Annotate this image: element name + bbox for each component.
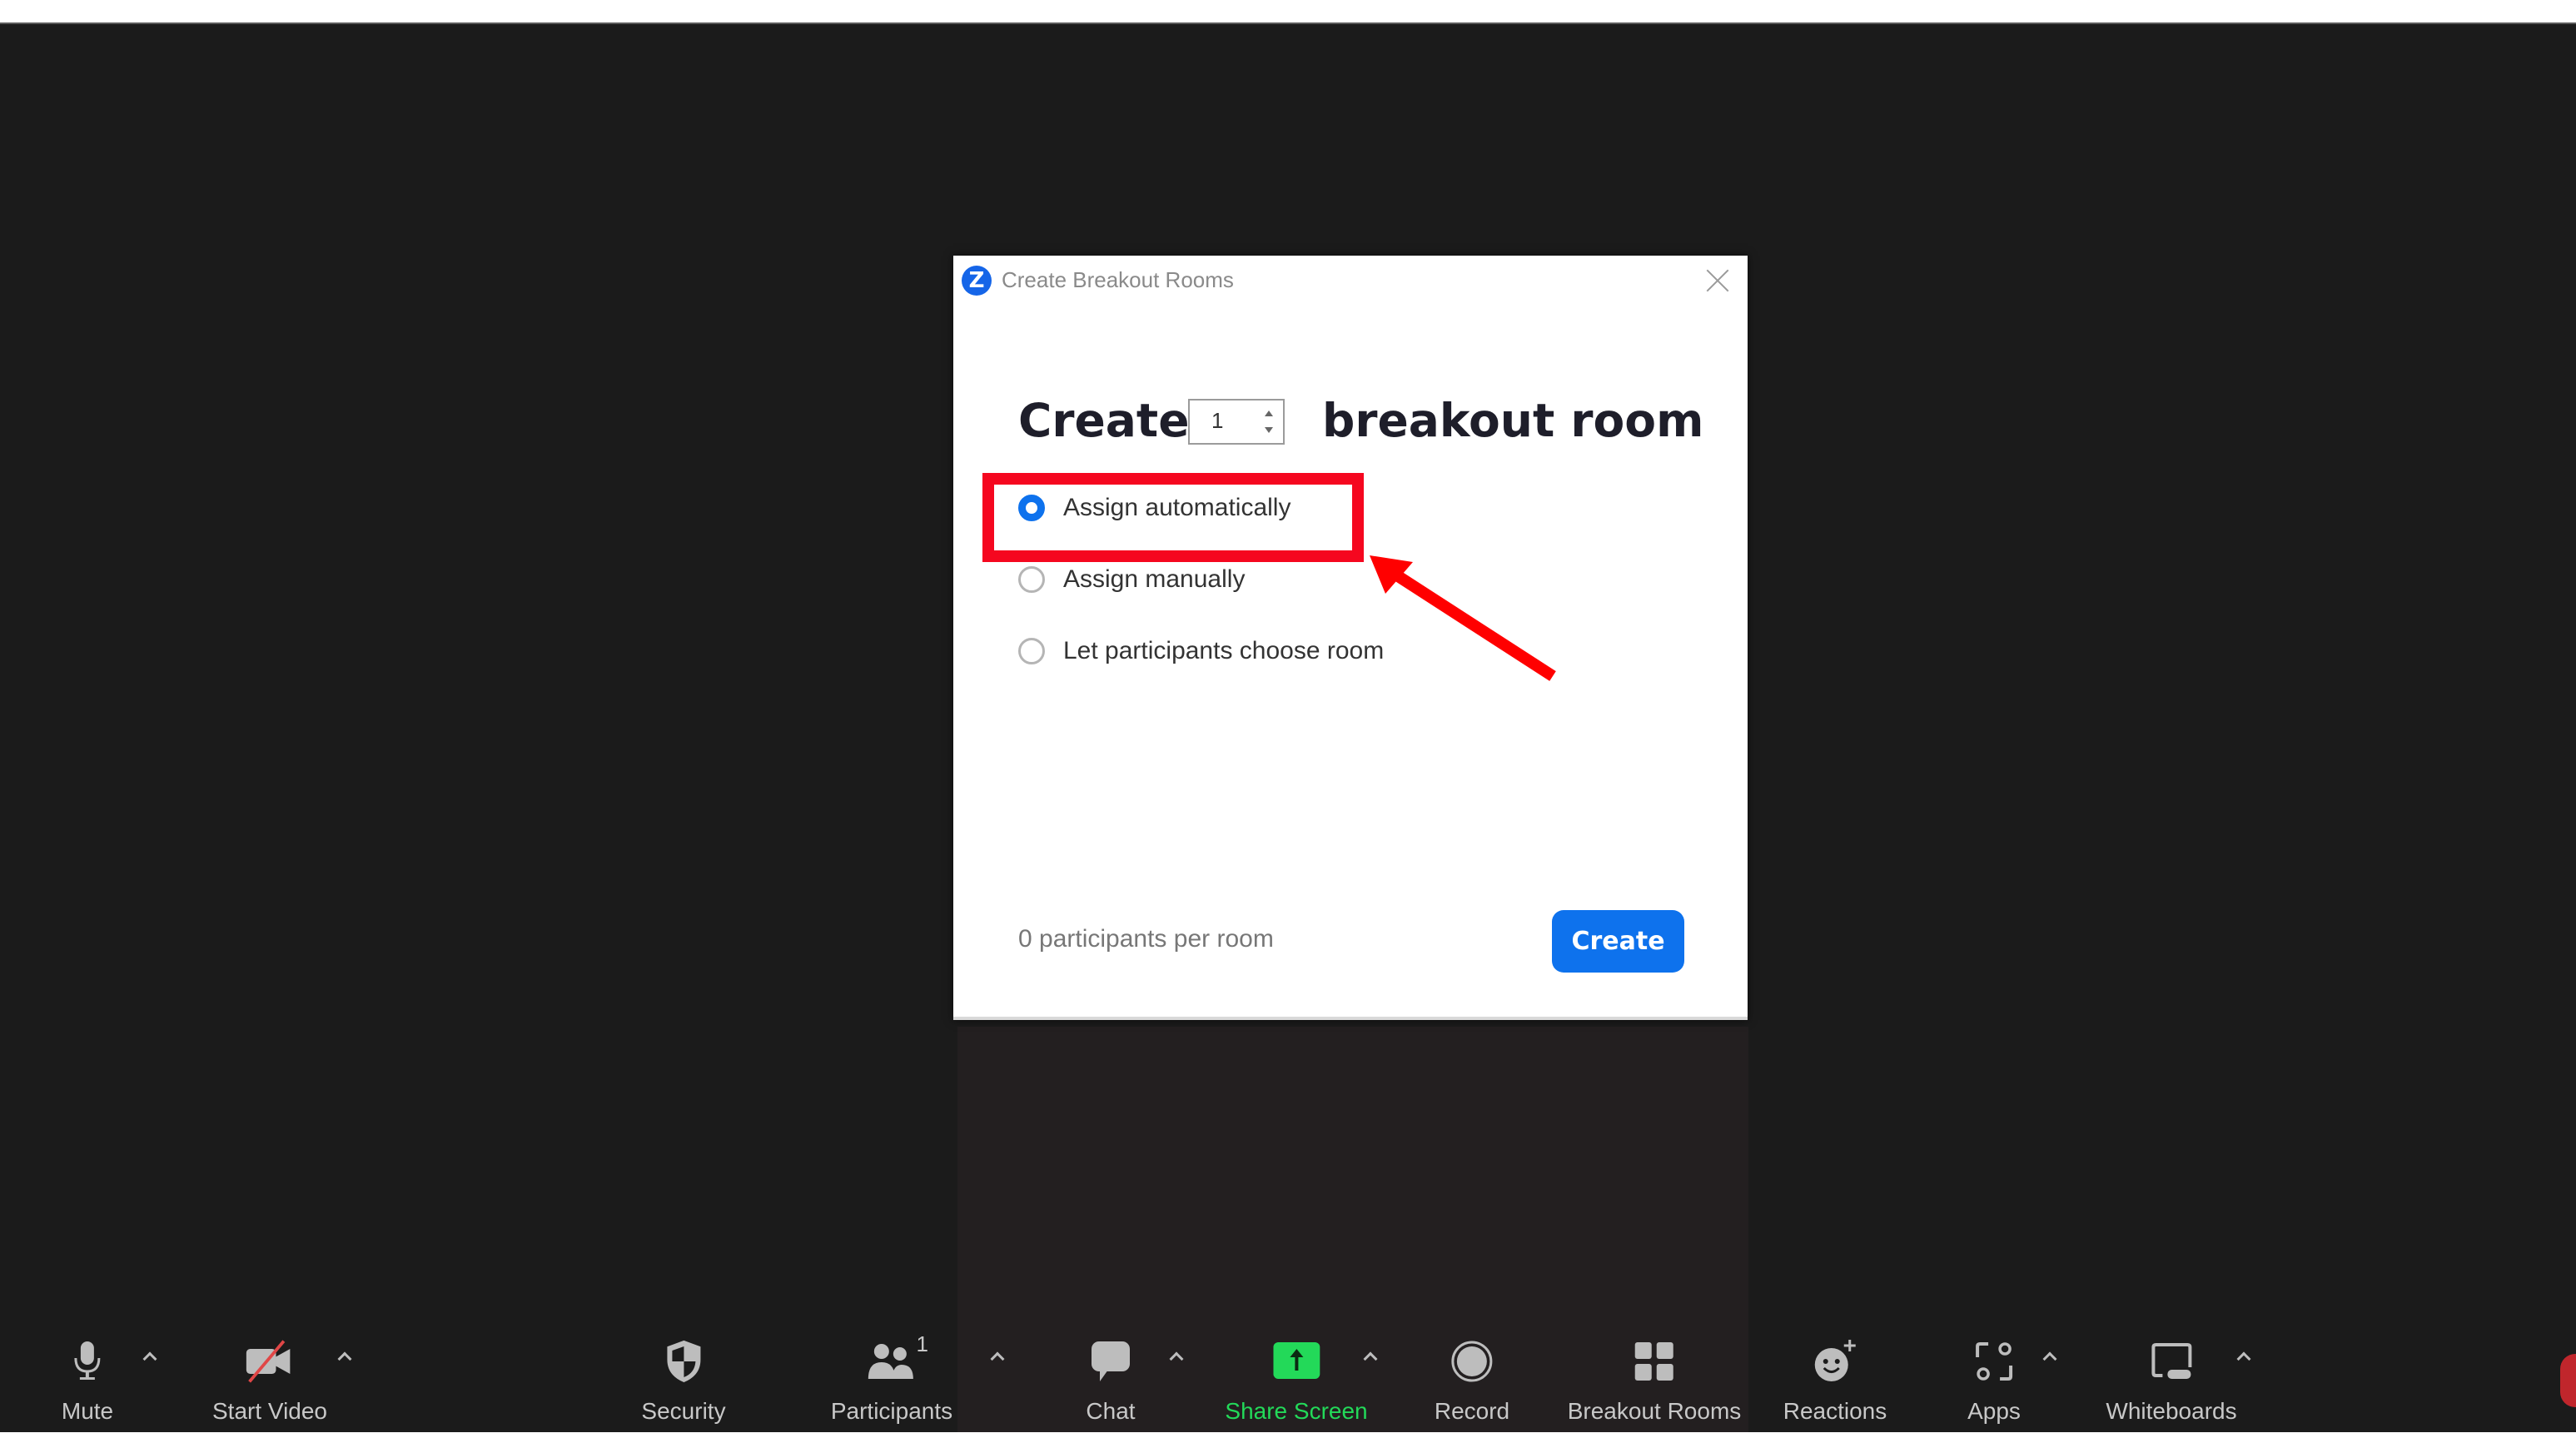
decrement-arrow-icon[interactable] <box>1265 427 1273 433</box>
toolbar-share-screen[interactable]: Share Screen <box>1225 1336 1368 1425</box>
toolbar-label: Mute <box>61 1398 114 1424</box>
chat-icon <box>1086 1336 1136 1386</box>
option-let-participants-choose[interactable]: Let participants choose room <box>1018 637 1384 665</box>
share-options-caret-icon[interactable] <box>1363 1349 1378 1364</box>
room-count-stepper[interactable] <box>1188 399 1285 445</box>
apps-options-caret-icon[interactable] <box>2042 1349 2057 1364</box>
end-meeting-button[interactable] <box>2560 1354 2576 1407</box>
microphone-icon <box>62 1336 112 1386</box>
toolbar-label: Breakout Rooms <box>1567 1398 1742 1424</box>
toolbar-label: Security <box>641 1398 726 1424</box>
toolbar-label: Participants <box>830 1398 953 1424</box>
record-icon <box>1447 1336 1497 1386</box>
toolbar-label: Share Screen <box>1225 1398 1368 1424</box>
participants-options-caret-icon[interactable] <box>990 1349 1005 1364</box>
toolbar-label: Reactions <box>1783 1398 1887 1424</box>
apps-icon <box>1969 1336 2019 1386</box>
toolbar-chat[interactable]: Chat <box>1086 1336 1136 1425</box>
create-button[interactable]: Create <box>1552 910 1684 973</box>
increment-arrow-icon[interactable] <box>1265 411 1273 416</box>
heading-suffix: breakout room <box>1322 391 1703 450</box>
heading-create-text: Create <box>1018 394 1190 447</box>
video-options-caret-icon[interactable] <box>337 1349 352 1364</box>
dialog-title: Create Breakout Rooms <box>1002 267 1234 292</box>
toolbar-label: Whiteboards <box>2106 1398 2237 1424</box>
reactions-icon <box>1810 1336 1860 1386</box>
video-off-icon <box>245 1336 295 1386</box>
radio-unselected-icon[interactable] <box>1018 566 1045 593</box>
toolbar-label: Start Video <box>211 1398 328 1424</box>
toolbar-security[interactable]: Security <box>641 1336 726 1425</box>
heading-breakout-room-text: breakout room <box>1322 394 1704 447</box>
radio-unselected-icon[interactable] <box>1018 638 1045 664</box>
toolbar-mute[interactable]: Mute <box>62 1336 113 1425</box>
room-count-input[interactable] <box>1210 407 1246 435</box>
chat-options-caret-icon[interactable] <box>1169 1349 1184 1364</box>
breakout-rooms-icon <box>1629 1336 1679 1386</box>
toolbar-label: Apps <box>1967 1398 2021 1424</box>
mute-options-caret-icon[interactable] <box>142 1349 157 1364</box>
shield-icon <box>659 1336 709 1386</box>
option-label: Assign manually <box>1063 565 1246 593</box>
whiteboard-icon <box>2146 1336 2196 1386</box>
option-assign-manually[interactable]: Assign manually <box>1018 565 1245 594</box>
toolbar-participants[interactable]: 1 Participants <box>830 1331 953 1425</box>
option-label: Let participants choose room <box>1063 637 1385 664</box>
toolbar-apps[interactable]: Apps <box>1967 1336 2021 1425</box>
whiteboards-options-caret-icon[interactable] <box>2236 1349 2251 1364</box>
participants-per-room: 0 participants per room <box>1018 925 1274 953</box>
toolbar-breakout-rooms[interactable]: Breakout Rooms <box>1567 1336 1742 1425</box>
toolbar-reactions[interactable]: Reactions <box>1783 1336 1887 1425</box>
dialog-heading: Create <box>1018 391 1190 450</box>
dialog-titlebar: Z Create Breakout Rooms <box>953 256 1748 306</box>
create-breakout-rooms-dialog: Z Create Breakout Rooms Create breakout … <box>953 256 1748 1020</box>
participants-icon: 1 <box>867 1331 928 1386</box>
toolbar-whiteboards[interactable]: Whiteboards <box>2106 1336 2237 1425</box>
toolbar-start-video[interactable]: Start Video <box>212 1336 327 1425</box>
annotation-highlight-box <box>982 473 1364 562</box>
toolbar-record[interactable]: Record <box>1435 1336 1509 1425</box>
participant-count: 1 <box>916 1331 928 1356</box>
toolbar-label: Record <box>1434 1398 1510 1424</box>
share-screen-icon <box>1271 1336 1321 1386</box>
zoom-logo-icon: Z <box>962 266 992 296</box>
toolbar-label: Chat <box>1086 1398 1136 1424</box>
close-button[interactable] <box>1704 267 1731 294</box>
